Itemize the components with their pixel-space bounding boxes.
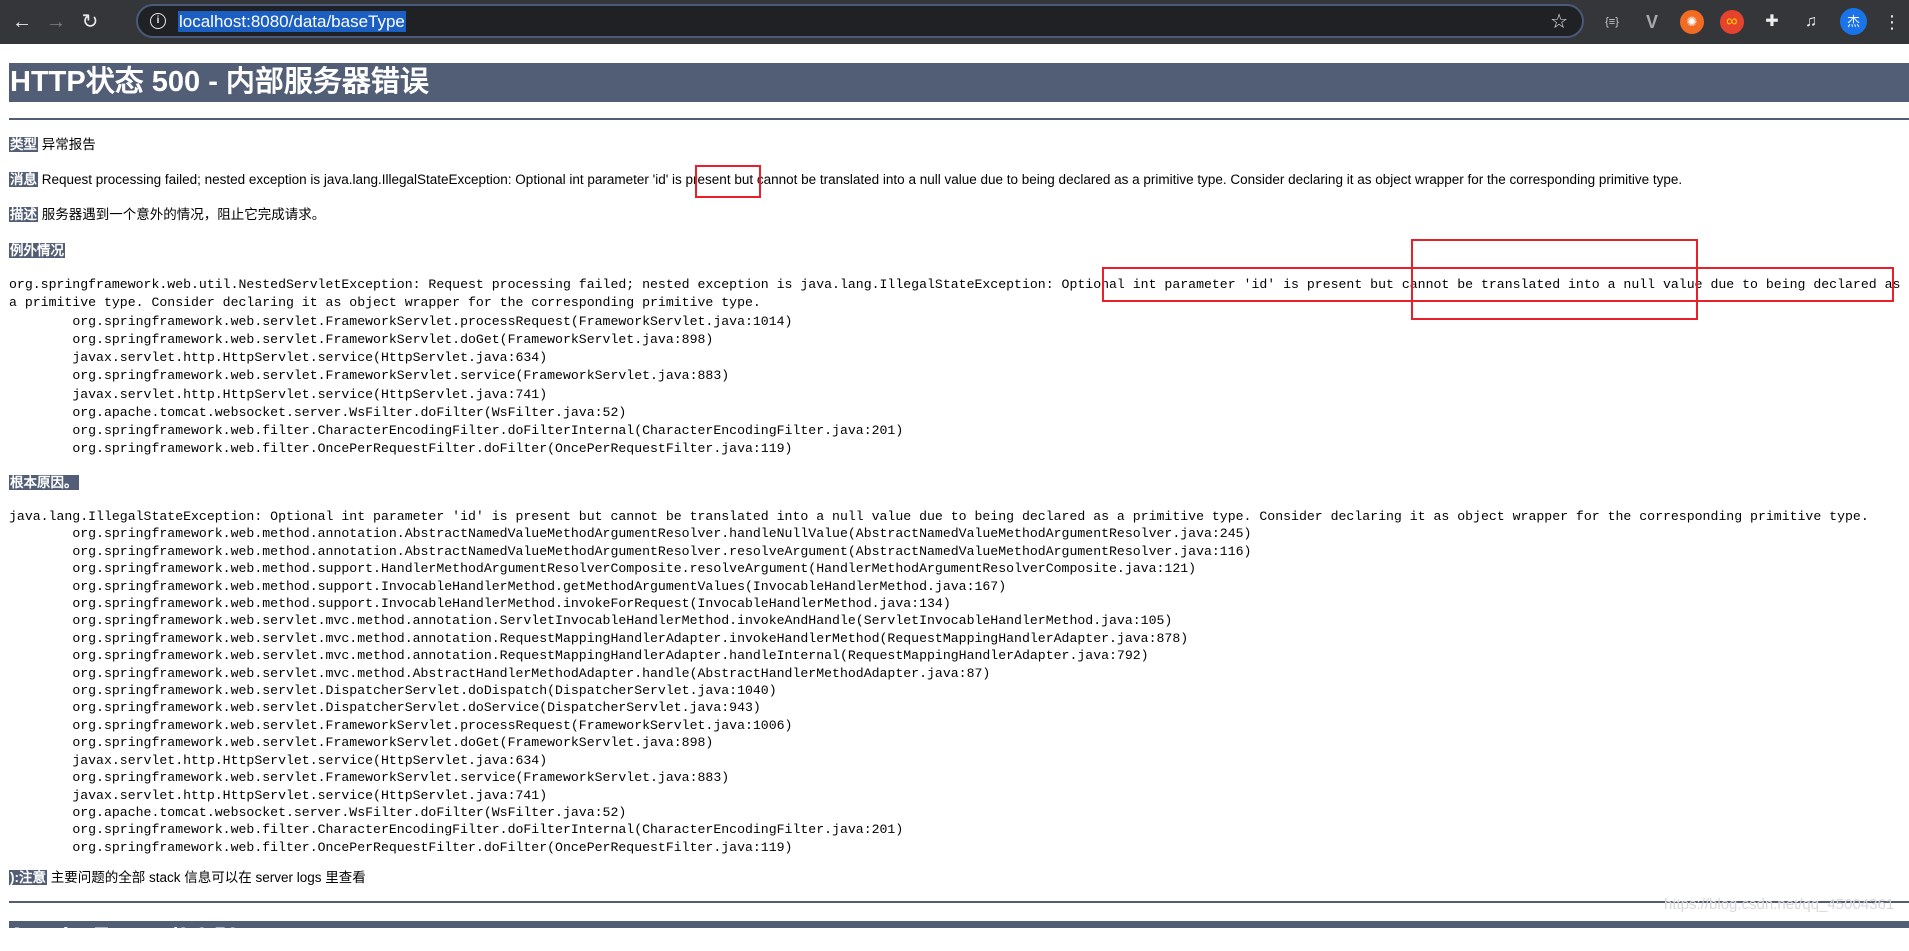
exception-label: 例外情况 xyxy=(9,243,65,258)
divider xyxy=(9,901,1909,903)
stack-trace-line: org.springframework.web.servlet.Dispatch… xyxy=(9,683,777,699)
info-icon[interactable]: i xyxy=(150,13,166,29)
stack-trace-line: org.springframework.web.servlet.Framewor… xyxy=(9,735,714,751)
json-viewer-extension-icon[interactable]: {≡} xyxy=(1600,10,1624,34)
stack-trace-line: org.springframework.web.servlet.Framewor… xyxy=(9,717,793,733)
url-text[interactable]: localhost:8080/data/baseType xyxy=(178,11,406,32)
stack-trace-line: org.springframework.web.filter.OncePerRe… xyxy=(9,441,793,457)
stack-trace-line: org.apache.tomcat.websocket.server.WsFil… xyxy=(9,404,627,420)
stack-trace-line: org.springframework.web.filter.OncePerRe… xyxy=(9,839,793,855)
message-value: Request processing failed; nested except… xyxy=(41,172,1683,187)
note-label: ):注意 xyxy=(9,870,47,885)
stack-trace-line: org.springframework.web.servlet.Dispatch… xyxy=(9,700,761,716)
stack-trace-line: org.springframework.web.filter.Character… xyxy=(9,822,904,838)
address-bar[interactable]: i localhost:8080/data/baseType ☆ xyxy=(136,4,1584,38)
page-title: HTTP状态 500 - 内部服务器错误 xyxy=(9,63,1909,102)
stack-trace-line: org.springframework.web.servlet.mvc.meth… xyxy=(9,630,1189,646)
message-label: 消息 xyxy=(9,172,38,187)
server-footer: Apache Tomcat/9.0.56 xyxy=(9,921,1909,948)
star-icon[interactable]: ☆ xyxy=(1550,9,1568,34)
reload-icon[interactable]: ↻ xyxy=(76,8,104,36)
type-row: 类型 异常报告 xyxy=(9,135,1904,155)
puzzle-extensions-icon[interactable]: ✚ xyxy=(1760,10,1784,34)
vue-devtools-extension-icon[interactable]: V xyxy=(1640,10,1664,34)
stack-trace-line: org.springframework.web.method.annotatio… xyxy=(9,526,1252,542)
root-cause-heading: 根本原因。 xyxy=(9,473,1904,493)
stack-trace-line: org.springframework.web.servlet.Framewor… xyxy=(9,368,730,384)
orange-extension-icon[interactable]: ✺ xyxy=(1680,10,1704,34)
stack-trace-line: org.apache.tomcat.websocket.server.WsFil… xyxy=(9,804,627,820)
stack-trace-line: org.springframework.web.method.support.I… xyxy=(9,596,951,612)
forward-arrow-icon[interactable]: → xyxy=(42,8,70,36)
stack-trace-line: org.springframework.web.servlet.mvc.meth… xyxy=(9,648,1149,664)
stack-trace-line: javax.servlet.http.HttpServlet.service(H… xyxy=(9,350,548,366)
watermark: https://blog.csdn.net/qq_45004361 xyxy=(1664,896,1895,913)
note-value: 主要问题的全部 stack 信息可以在 server logs 里查看 xyxy=(50,870,366,885)
note-row: ):注意 主要问题的全部 stack 信息可以在 server logs 里查看 xyxy=(9,868,1904,888)
stack-trace-line: org.springframework.web.servlet.Framewor… xyxy=(9,770,730,786)
stack-trace-line: org.springframework.web.method.annotatio… xyxy=(9,543,1252,559)
infinity-extension-icon[interactable]: ∞ xyxy=(1720,10,1744,34)
stack-trace-line: javax.servlet.http.HttpServlet.service(H… xyxy=(9,787,548,803)
back-arrow-icon[interactable]: ← xyxy=(8,8,36,36)
stack-trace-line: org.springframework.web.servlet.mvc.meth… xyxy=(9,665,991,681)
description-value: 服务器遇到一个意外的情况，阻止它完成请求。 xyxy=(41,207,326,222)
stack-trace-line: org.springframework.web.servlet.Framewor… xyxy=(9,313,793,329)
stack-trace-line: org.springframework.web.method.support.H… xyxy=(9,561,1197,577)
stack-trace-line: org.springframework.web.servlet.Framewor… xyxy=(9,331,714,347)
type-label: 类型 xyxy=(9,137,38,152)
stack-trace-line: javax.servlet.http.HttpServlet.service(H… xyxy=(9,386,548,402)
stack-trace-line: org.springframework.web.filter.Character… xyxy=(9,423,904,439)
root-cause-stack-trace: java.lang.IllegalStateException: Optiona… xyxy=(9,508,1904,856)
description-row: 描述 服务器遇到一个意外的情况，阻止它完成请求。 xyxy=(9,205,1904,225)
stack-trace-line: javax.servlet.http.HttpServlet.service(H… xyxy=(9,752,548,768)
annotation-box-id xyxy=(695,165,761,198)
stack-trace-line: org.springframework.web.servlet.mvc.meth… xyxy=(9,613,1173,629)
profile-avatar[interactable]: 杰 xyxy=(1840,8,1867,35)
more-menu-icon[interactable]: ⋮ xyxy=(1880,10,1904,34)
media-control-icon[interactable]: ♫ xyxy=(1799,10,1823,34)
stack-trace-line: java.lang.IllegalStateException: Optiona… xyxy=(9,509,1869,524)
browser-toolbar: ← → ↻ i localhost:8080/data/baseType ☆ {… xyxy=(0,0,1909,44)
message-row: 消息 Request processing failed; nested exc… xyxy=(9,170,1904,190)
stack-trace-line: org.springframework.web.method.support.I… xyxy=(9,578,1007,594)
description-label: 描述 xyxy=(9,207,38,222)
type-value: 异常报告 xyxy=(41,137,96,152)
divider xyxy=(9,118,1909,120)
annotation-box-null-value xyxy=(1411,239,1698,320)
root-cause-label: 根本原因。 xyxy=(9,475,79,490)
